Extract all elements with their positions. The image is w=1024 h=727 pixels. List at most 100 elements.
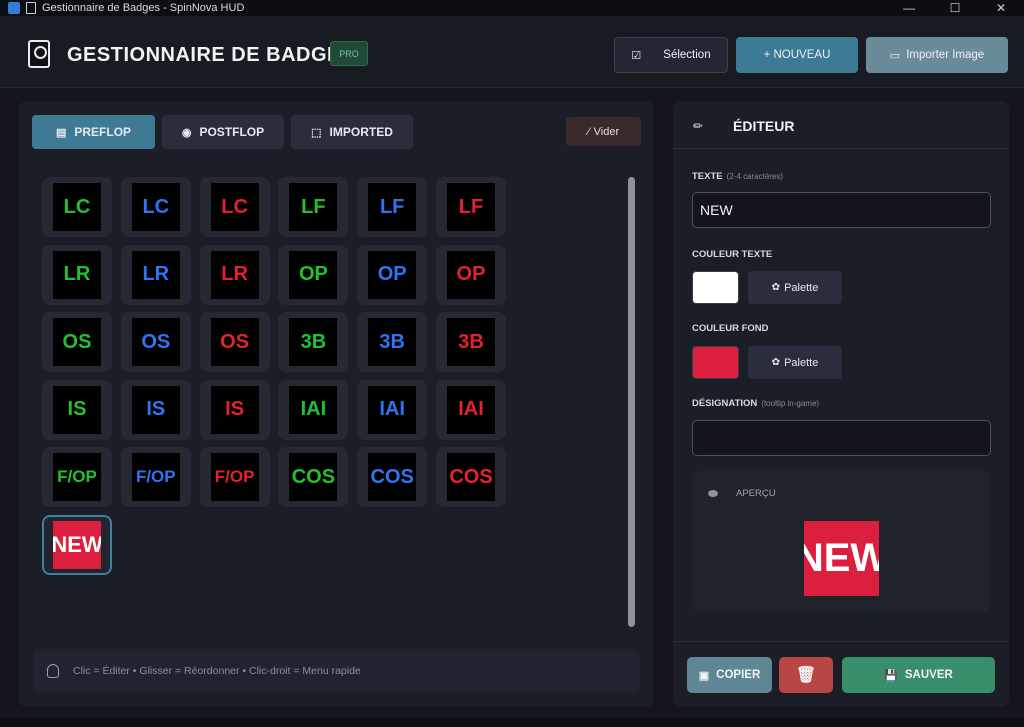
badge-tile[interactable]: 3B <box>278 312 349 372</box>
badge-tile[interactable]: F/OP <box>199 447 270 507</box>
badge-label: IAI <box>447 385 495 434</box>
badge-tile[interactable]: F/OP <box>120 447 191 507</box>
trash-icon: 🗑 <box>795 667 817 684</box>
scrollbar[interactable] <box>628 177 635 627</box>
editor-title: ÉDITEUR <box>733 118 795 134</box>
badge-tile[interactable]: NEW <box>42 514 112 575</box>
bg-palette-button[interactable]: ✿ Palette <box>748 346 842 379</box>
badge-tile[interactable]: OP <box>357 244 428 305</box>
bg-color-swatch[interactable] <box>692 346 739 379</box>
import-tray-icon: ⬚ <box>311 126 322 139</box>
clear-label: Vider <box>593 125 620 138</box>
badge-tile[interactable]: IAI <box>278 379 349 440</box>
badge-label: LC <box>53 183 101 231</box>
hint-text: Clic = Éditer • Glisser = Réordonner • C… <box>73 665 361 677</box>
text-palette-button[interactable]: ✿ Palette <box>748 271 842 304</box>
editor-panel: ✏ ÉDITEUR TEXTE(2-4 caractères) COULEUR … <box>673 101 1009 707</box>
new-badge-button[interactable]: + NOUVEAU <box>736 37 858 73</box>
designation-input[interactable] <box>692 420 991 456</box>
text-field-label: TEXTE (2-4 caractères) <box>692 171 783 182</box>
badge-label: OP <box>368 250 417 299</box>
badge-tile[interactable]: IAI <box>357 379 428 440</box>
close-button[interactable]: ✕ <box>978 0 1024 16</box>
badge-label: F/OP <box>210 453 259 501</box>
badge-label: OS <box>210 318 259 366</box>
target-icon: ◉ <box>181 126 192 139</box>
tab-preflop[interactable]: ▤ PREFLOP <box>32 115 155 149</box>
tab-label: IMPORTED <box>329 125 393 139</box>
hint-bar: Clic = Éditer • Glisser = Réordonner • C… <box>33 649 640 693</box>
badge-tile[interactable]: COS <box>278 447 349 507</box>
badge-tile[interactable]: LC <box>199 177 270 237</box>
badge-tile[interactable]: 3B <box>357 312 428 372</box>
badge-label: IS <box>210 385 259 434</box>
palette-label: Palette <box>784 356 819 369</box>
badge-tile[interactable]: IS <box>199 379 270 440</box>
page-title: GESTIONNAIRE DE BADGES <box>67 44 355 66</box>
badge-tile[interactable]: IAI <box>436 379 506 440</box>
import-label: Importer Image <box>906 49 985 61</box>
badge-tile[interactable]: LF <box>278 177 349 237</box>
text-color-label: COULEUR TEXTE <box>692 249 773 260</box>
window-title: Gestionnaire de Badges - SpinNova HUD <box>42 2 245 14</box>
badge-label: IAI <box>368 385 417 434</box>
badge-tile[interactable]: LF <box>436 177 506 237</box>
badge-tile[interactable]: COS <box>436 447 506 507</box>
taskbar-strip <box>0 717 1024 727</box>
badge-label: COS <box>368 453 417 501</box>
badge-tile[interactable]: LF <box>357 177 428 237</box>
badge-tile[interactable]: LC <box>120 177 191 237</box>
maximize-button[interactable]: ☐ <box>932 0 978 16</box>
preview-label: APERÇU <box>736 488 776 499</box>
preview-box: APERÇU NEW <box>692 471 991 612</box>
badge-label: LF <box>447 183 495 231</box>
badge-label: F/OP <box>131 453 180 501</box>
badge-label: OS <box>131 318 180 366</box>
badge-tile[interactable]: LR <box>42 244 112 305</box>
save-button[interactable]: 💾 SAUVER <box>842 657 995 693</box>
save-disk-icon: ▤ <box>55 126 67 139</box>
selection-button[interactable]: ☑ Sélection <box>614 37 728 73</box>
designation-label: DÉSIGNATION <box>692 398 758 409</box>
clear-button[interactable]: ⁄ Vider <box>566 117 641 146</box>
selection-label: Sélection <box>663 49 711 61</box>
save-label: SAUVER <box>904 669 953 681</box>
badge-tile[interactable]: OP <box>278 244 349 305</box>
minimize-button[interactable]: — <box>886 0 932 16</box>
checkbox-icon: ☑ <box>631 49 642 62</box>
badge-label: 3B <box>447 318 495 366</box>
copy-button[interactable]: ▣ COPIER <box>687 657 772 693</box>
badge-tile[interactable]: OS <box>199 312 270 372</box>
copy-label: COPIER <box>716 669 761 681</box>
app-header: GESTIONNAIRE DE BADGES PRO ☑ Sélection +… <box>0 16 1024 88</box>
badge-tile[interactable]: 3B <box>436 312 506 372</box>
badge-label: IS <box>53 385 101 434</box>
badge-label: LR <box>53 250 101 299</box>
badge-tile[interactable]: COS <box>357 447 428 507</box>
badge-label: COS <box>447 453 495 501</box>
badge-tile[interactable]: OP <box>436 244 506 305</box>
badge-tile[interactable]: IS <box>120 379 191 440</box>
badge-tile[interactable]: F/OP <box>42 447 112 507</box>
badge-text-input[interactable] <box>692 192 991 228</box>
text-color-swatch[interactable] <box>692 271 739 304</box>
tab-label: PREFLOP <box>74 125 132 139</box>
badge-label: LC <box>210 183 259 231</box>
pencil-icon: ✏ <box>693 119 704 133</box>
badge-tile[interactable]: LC <box>42 177 112 237</box>
delete-button[interactable]: 🗑 <box>779 657 833 693</box>
designation-hint: (tooltip in-game) <box>761 399 820 408</box>
designation-field-label: DÉSIGNATION (tooltip in-game) <box>692 398 819 409</box>
tab-postflop[interactable]: ◉ POSTFLOP <box>162 115 284 149</box>
import-image-button[interactable]: ▭ Importer Image <box>866 37 1008 73</box>
broom-icon: ⁄ <box>587 125 590 138</box>
tab-imported[interactable]: ⬚ IMPORTED <box>291 115 413 149</box>
window-controls: — ☐ ✕ <box>886 0 1024 16</box>
palette-icon: ✿ <box>771 282 781 293</box>
title-bar: Gestionnaire de Badges - SpinNova HUD — … <box>0 0 1024 16</box>
badge-tile[interactable]: LR <box>120 244 191 305</box>
badge-tile[interactable]: LR <box>199 244 270 305</box>
badge-tile[interactable]: IS <box>42 379 112 440</box>
badge-tile[interactable]: OS <box>42 312 112 372</box>
badge-tile[interactable]: OS <box>120 312 191 372</box>
